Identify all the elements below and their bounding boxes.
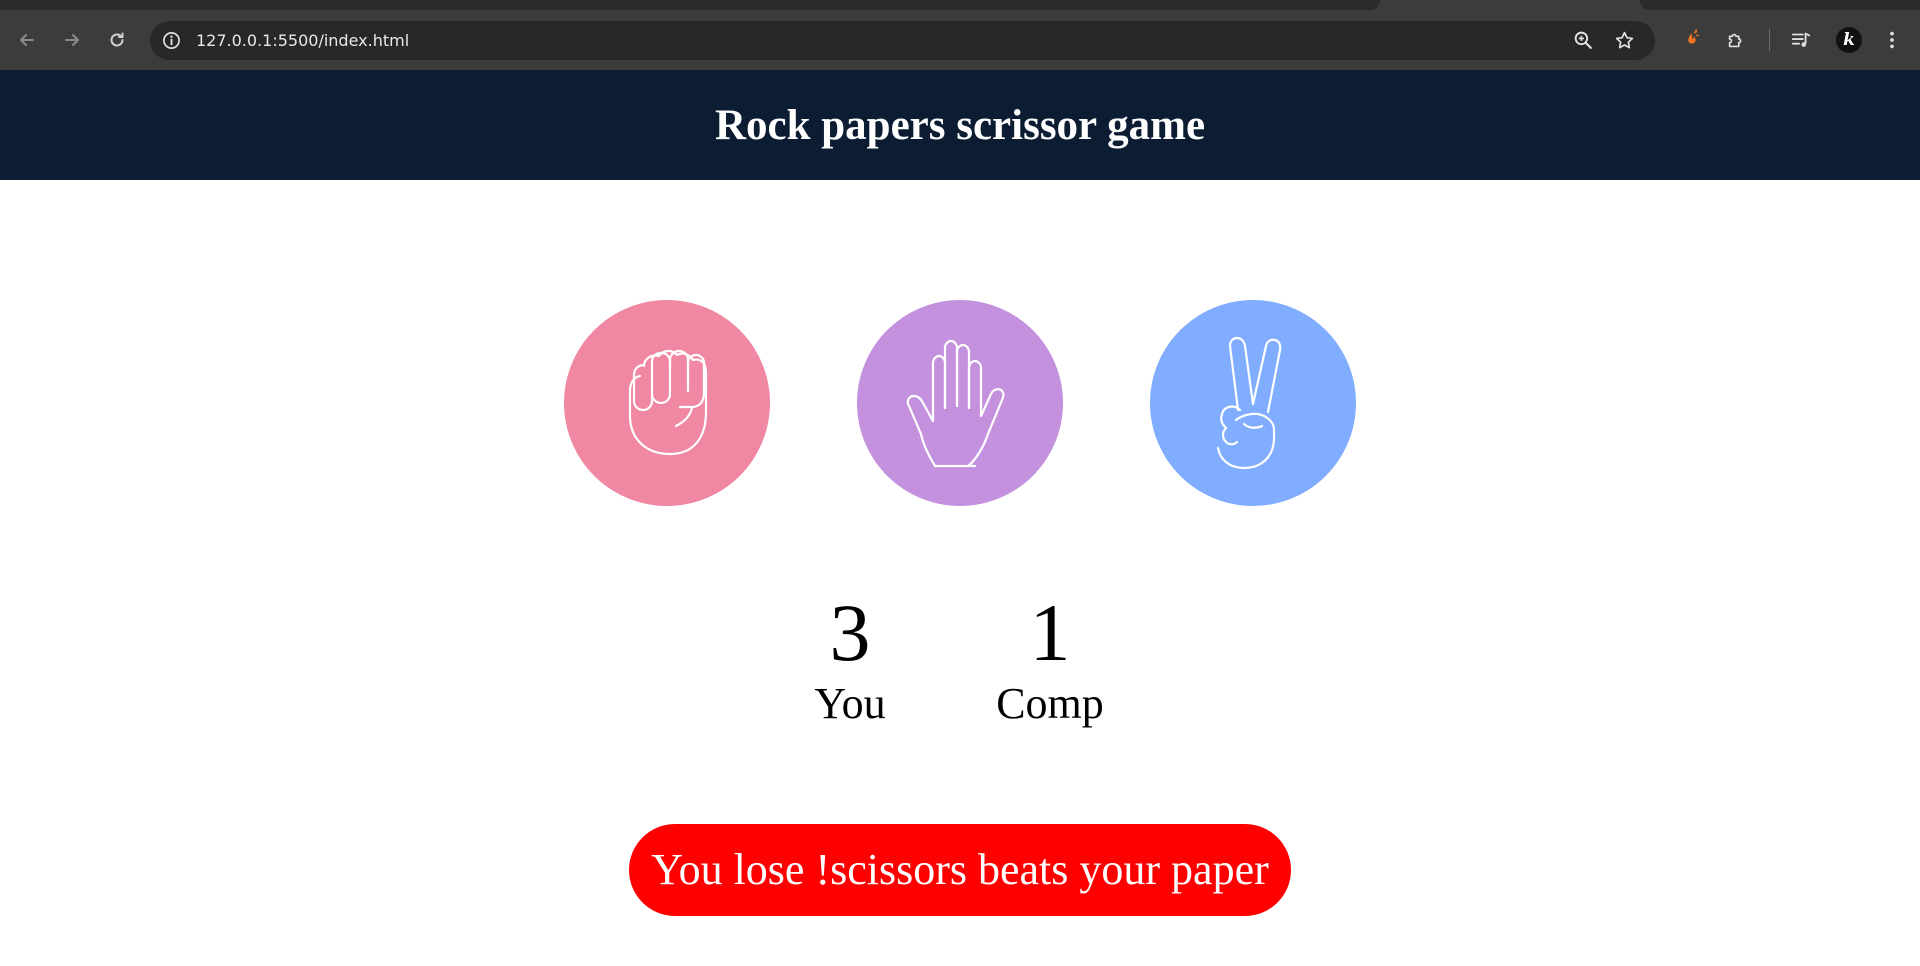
comp-score-value: 1: [1029, 587, 1071, 678]
active-tab[interactable]: [0, 0, 1380, 10]
fist-icon: [628, 349, 708, 456]
address-bar[interactable]: 127.0.0.1:5500/index.html: [150, 21, 1655, 60]
message-container: You lose !scissors beats your paper: [0, 824, 1920, 916]
scissors-choice[interactable]: [1150, 300, 1356, 506]
url-text[interactable]: 127.0.0.1:5500/index.html: [196, 21, 409, 60]
arrow-left-icon: [20, 34, 34, 46]
back-button[interactable]: [15, 28, 39, 52]
reload-button[interactable]: [105, 28, 129, 52]
user-score: 3 You: [750, 588, 950, 730]
toolbar-divider: [1769, 29, 1770, 51]
extensions-puzzle-icon[interactable]: [1724, 28, 1748, 52]
peace-sign-icon: [1216, 336, 1282, 470]
browser-menu-button[interactable]: [1880, 28, 1904, 52]
browser-toolbar: 127.0.0.1:5500/index.html k: [0, 10, 1920, 70]
reload-icon: [110, 32, 124, 47]
site-info-icon[interactable]: [162, 31, 181, 50]
page-title: Rock papers scrissor game: [714, 101, 1206, 149]
more-vertical-icon: [1890, 31, 1894, 49]
open-hand-icon: [906, 339, 1005, 468]
comp-score: 1 Comp: [950, 588, 1150, 730]
comp-score-label: Comp: [996, 679, 1104, 728]
page-header: Rock papers scrissor game: [0, 70, 1920, 180]
result-message: You lose !scissors beats your paper: [629, 824, 1291, 916]
extension-fire-icon[interactable]: [1679, 28, 1703, 52]
zoom-icon[interactable]: [1573, 30, 1594, 51]
media-queue-icon[interactable]: [1789, 28, 1813, 52]
user-score-label: You: [814, 679, 886, 728]
profile-avatar[interactable]: k: [1836, 27, 1862, 53]
forward-button[interactable]: [60, 28, 84, 52]
bookmark-star-icon[interactable]: [1614, 30, 1635, 51]
user-score-value: 3: [829, 587, 871, 678]
tab-strip: [0, 0, 1920, 10]
arrow-right-icon: [65, 34, 79, 46]
rock-choice[interactable]: [564, 300, 770, 506]
paper-choice[interactable]: [857, 300, 1063, 506]
tab-strip-right: [1640, 0, 1920, 10]
